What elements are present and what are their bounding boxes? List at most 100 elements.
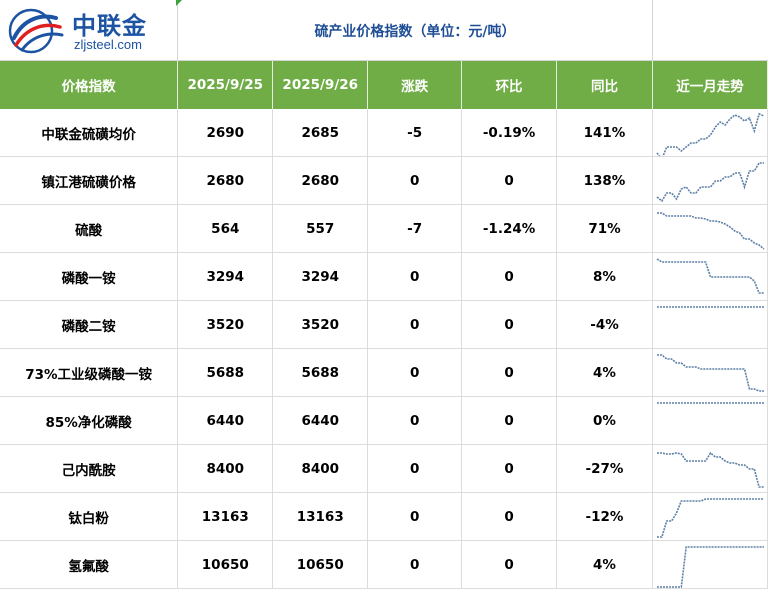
sparkline-svg (656, 402, 764, 404)
table-row: 钛白粉 13163 13163 0 0 -12% (0, 492, 768, 541)
brand-name: 中联金 (72, 12, 147, 40)
sparkline-svg (656, 546, 764, 588)
price-mom: 0 (461, 444, 558, 493)
price-date2: 10650 (272, 540, 369, 589)
col-header-name: 价格指数 (0, 61, 179, 109)
price-change: 0 (367, 492, 463, 541)
table-row: 硫酸 564 557 -7 -1.24% 71% (0, 204, 768, 253)
price-name: 73%工业级磷酸一铵 (0, 348, 179, 397)
price-name: 85%净化磷酸 (0, 396, 179, 445)
sparkline-svg (656, 306, 764, 308)
price-change: 0 (367, 348, 463, 397)
sparkline-path (656, 212, 765, 250)
table-row: 磷酸一铵 3294 3294 0 0 8% (0, 252, 768, 301)
price-change: 0 (367, 396, 463, 445)
price-date1: 3520 (177, 300, 274, 349)
trend-sparkline (652, 540, 768, 589)
price-yoy: -12% (556, 492, 653, 541)
col-header-trend: 近一月走势 (652, 61, 768, 109)
table-row: 己内酰胺 8400 8400 0 0 -27% (0, 444, 768, 493)
col-header-change: 涨跌 (367, 61, 463, 109)
price-name: 中联金硫磺均价 (0, 109, 179, 157)
price-change: -7 (367, 204, 463, 253)
logo-swoosh-icon (8, 8, 64, 54)
price-date2: 557 (272, 204, 369, 253)
sparkline-svg (656, 162, 764, 203)
price-name: 磷酸一铵 (0, 252, 179, 301)
sparkline-svg (656, 212, 765, 250)
price-yoy: 0% (556, 396, 653, 445)
brand-url: zljsteel.com (74, 37, 142, 52)
price-date1: 8400 (177, 444, 274, 493)
price-table: 价格指数 2025/9/25 2025/9/26 涨跌 环比 同比 近一月走势 … (0, 61, 768, 589)
sparkline-svg (656, 258, 764, 294)
price-mom: 0 (461, 156, 558, 205)
price-date2: 3294 (272, 252, 369, 301)
price-date1: 6440 (177, 396, 274, 445)
table-row: 氢氟酸 10650 10650 0 0 4% (0, 540, 768, 589)
sparkline-path (656, 546, 764, 588)
table-row: 镇江港硫磺价格 2680 2680 0 0 138% (0, 156, 768, 205)
price-yoy: 4% (556, 540, 653, 589)
price-index-sheet: 中联金 zljsteel.com 硫产业价格指数（单位：元/吨） 价格指数 20… (0, 0, 768, 590)
sparkline-path (656, 354, 764, 392)
table-row: 磷酸二铵 3520 3520 0 0 -4% (0, 300, 768, 349)
price-date1: 5688 (177, 348, 274, 397)
trend-sparkline (652, 252, 768, 301)
table-row: 73%工业级磷酸一铵 5688 5688 0 0 4% (0, 348, 768, 397)
trend-sparkline (652, 492, 768, 541)
price-mom: 0 (461, 300, 558, 349)
price-name: 钛白粉 (0, 492, 179, 541)
col-header-date1: 2025/9/25 (177, 61, 274, 109)
header-row: 价格指数 2025/9/25 2025/9/26 涨跌 环比 同比 近一月走势 (0, 61, 768, 109)
price-date2: 13163 (272, 492, 369, 541)
price-name: 己内酰胺 (0, 444, 179, 493)
sparkline-svg (656, 451, 764, 488)
price-date1: 2680 (177, 156, 274, 205)
price-date2: 6440 (272, 396, 369, 445)
price-yoy: 141% (556, 109, 653, 157)
trend-sparkline (652, 396, 768, 445)
price-yoy: -27% (556, 444, 653, 493)
col-header-yoy: 同比 (556, 61, 653, 109)
price-mom: 0 (461, 252, 558, 301)
price-mom: 0 (461, 492, 558, 541)
price-yoy: 4% (556, 348, 653, 397)
price-change: 0 (367, 540, 463, 589)
trend-sparkline (652, 348, 768, 397)
page-title: 硫产业价格指数（单位：元/吨） (178, 0, 653, 61)
col-header-date2: 2025/9/26 (272, 61, 369, 109)
price-name: 氢氟酸 (0, 540, 179, 589)
table-row: 中联金硫磺均价 2690 2685 -5 -0.19% 141% (0, 109, 768, 157)
sparkline-svg (656, 112, 765, 156)
title-bar: 中联金 zljsteel.com 硫产业价格指数（单位：元/吨） (0, 0, 768, 61)
table-row: 85%净化磷酸 6440 6440 0 0 0% (0, 396, 768, 445)
price-name: 硫酸 (0, 204, 179, 253)
brand-logo: 中联金 zljsteel.com (0, 0, 178, 61)
sparkline-path (656, 258, 764, 294)
price-date2: 5688 (272, 348, 369, 397)
sparkline-path (656, 162, 764, 203)
price-date1: 13163 (177, 492, 274, 541)
price-name: 磷酸二铵 (0, 300, 179, 349)
price-date2: 3520 (272, 300, 369, 349)
price-mom: 0 (461, 396, 558, 445)
price-date2: 2680 (272, 156, 369, 205)
sparkline-path (656, 451, 764, 488)
price-yoy: 71% (556, 204, 653, 253)
price-date2: 8400 (272, 444, 369, 493)
price-date1: 3294 (177, 252, 274, 301)
price-date1: 10650 (177, 540, 274, 589)
trend-sparkline (652, 300, 768, 349)
price-mom: -1.24% (461, 204, 558, 253)
trend-sparkline (652, 156, 768, 205)
price-change: 0 (367, 300, 463, 349)
price-yoy: -4% (556, 300, 653, 349)
trend-sparkline (652, 444, 768, 493)
price-yoy: 8% (556, 252, 653, 301)
price-change: 0 (367, 156, 463, 205)
trend-sparkline (652, 109, 768, 157)
sparkline-path (656, 112, 765, 156)
sparkline-svg (656, 354, 764, 392)
price-change: -5 (367, 109, 463, 157)
